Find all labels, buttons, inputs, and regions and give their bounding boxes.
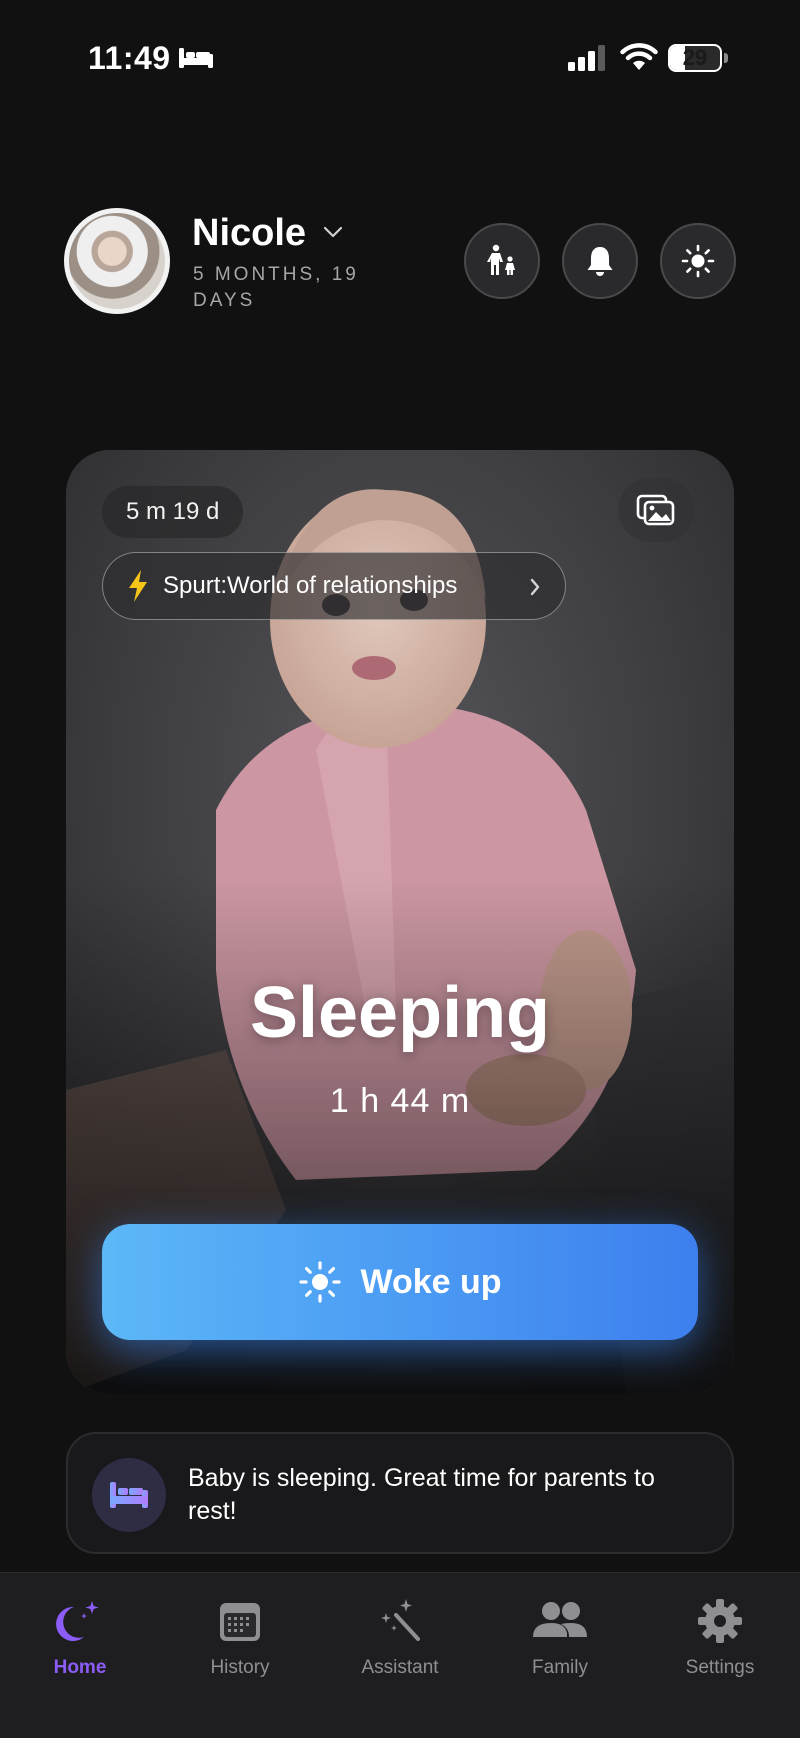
bell-icon [587,247,613,276]
nav-label-home: Home [53,1657,107,1678]
tip-text: Baby is sleeping. Great time for parents… [188,1464,655,1525]
magic-wand-icon [381,1599,420,1641]
people-icon [533,1602,587,1637]
chevron-down-icon[interactable] [322,224,344,240]
chevron-right-icon [530,578,540,596]
nav-history[interactable]: History [170,1597,310,1697]
wifi-icon [620,43,658,70]
baby-status-card: 5 m 19 d Spurt:World of relationships Sl… [66,450,734,1394]
nav-label-history: History [210,1657,270,1678]
nav-label-settings: Settings [685,1657,755,1678]
tip-card: Baby is sleeping. Great time for parents… [66,1432,734,1554]
moon-stars-icon [56,1601,99,1641]
status-bar: 11:49 29 [0,0,800,120]
nav-home[interactable]: Home [10,1597,150,1697]
child-age: 5 MONTHS, 19 DAYS [193,264,359,311]
battery-icon: 29 [668,44,728,72]
calendar-icon [220,1603,260,1641]
lightning-icon [129,570,147,602]
spurt-link[interactable]: Spurt:World of relationships [102,552,566,620]
bed-icon [110,1482,148,1508]
tip-icon-badge [92,1458,166,1532]
sleep-status-title: Sleeping [249,973,551,1053]
child-name[interactable]: Nicole [192,212,306,255]
bottom-nav: Home History Assistant Family Settings [0,1572,800,1738]
nav-settings[interactable]: Settings [650,1597,790,1697]
sun-icon [681,244,715,278]
family-walk-button[interactable] [464,223,540,299]
sleep-duration: 1 h 44 m [329,1082,471,1120]
woke-up-button[interactable]: Woke up [102,1224,698,1340]
sun-icon [299,1261,342,1303]
notifications-button[interactable] [562,223,638,299]
theme-button[interactable] [660,223,736,299]
nav-label-family: Family [532,1657,588,1678]
age-chip: 5 m 19 d [102,486,244,538]
signal-icon [568,45,605,71]
child-avatar[interactable] [64,208,170,314]
sleep-mode-icon [179,48,213,68]
nav-family[interactable]: Family [490,1597,630,1697]
nav-assistant[interactable]: Assistant [330,1597,470,1697]
status-time: 11:49 [88,40,171,76]
battery-level: 29 [682,45,708,70]
gear-icon [698,1599,742,1643]
nav-label-assistant: Assistant [361,1657,439,1678]
spurt-label: Spurt:World of relationships [163,572,458,599]
family-walk-icon [487,244,515,275]
photo-gallery-icon [636,494,675,526]
gallery-button[interactable] [618,478,694,542]
woke-up-label: Woke up [360,1262,502,1301]
